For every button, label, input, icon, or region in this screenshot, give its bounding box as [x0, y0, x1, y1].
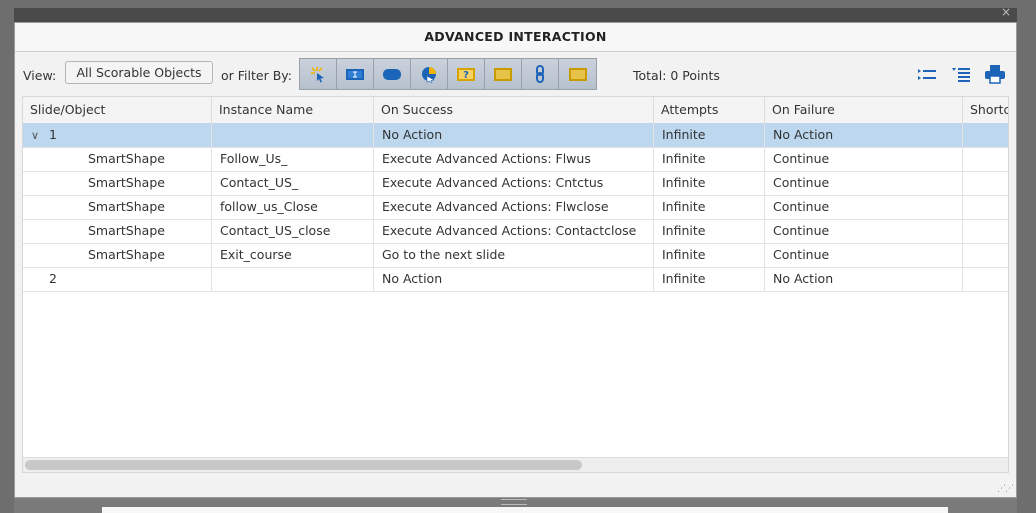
on-success-cell: Execute Advanced Actions: Cntctus: [374, 171, 654, 195]
window-title-bar: ×: [14, 5, 1017, 22]
view-selector-button[interactable]: All Scorable Objects: [65, 61, 213, 84]
slide-cell: ∨ 1: [23, 123, 212, 147]
attempts-cell: Infinite: [654, 171, 765, 195]
table-row[interactable]: 2 No Action Infinite No Action: [23, 267, 1008, 292]
interaction-table: Slide/Object Instance Name On Success At…: [22, 96, 1009, 473]
table-row[interactable]: SmartShape Contact_US_close Execute Adva…: [23, 219, 1008, 244]
toolbar: View: All Scorable Objects or Filter By:…: [15, 58, 1016, 92]
chevron-down-icon[interactable]: ∨: [31, 124, 49, 147]
button-icon[interactable]: [374, 59, 411, 89]
total-points: Total: 0 Points: [633, 68, 720, 83]
instance-cell: follow_us_Close: [212, 195, 374, 219]
instance-cell: Exit_course: [212, 243, 374, 267]
shortcut-cell: [963, 147, 1008, 171]
question-slide-icon[interactable]: ?: [448, 59, 485, 89]
object-cell: SmartShape: [23, 171, 212, 195]
on-success-cell: No Action: [374, 123, 654, 147]
on-success-cell: Execute Advanced Actions: Flwclose: [374, 195, 654, 219]
shortcut-cell: [963, 243, 1008, 267]
slide-number: 1: [49, 127, 57, 142]
instance-cell: Contact_US_close: [212, 219, 374, 243]
shortcut-cell: [963, 267, 1008, 291]
resize-grip-icon[interactable]: ⋰⋰: [997, 484, 1014, 494]
instance-cell: Contact_US_: [212, 171, 374, 195]
attempts-cell: Infinite: [654, 123, 765, 147]
shortcut-cell: [963, 171, 1008, 195]
table-row[interactable]: SmartShape Follow_Us_ Execute Advanced A…: [23, 147, 1008, 172]
on-failure-cell: No Action: [765, 123, 963, 147]
print-icon[interactable]: [984, 64, 1006, 88]
slide-cell: 2: [23, 267, 212, 291]
column-header-slide-object[interactable]: Slide/Object: [23, 97, 212, 123]
shortcut-cell: [963, 123, 1008, 147]
image-icon[interactable]: [559, 59, 596, 89]
on-success-cell: Execute Advanced Actions: Contactclose: [374, 219, 654, 243]
on-failure-cell: Continue: [765, 147, 963, 171]
instance-cell: Follow_Us_: [212, 147, 374, 171]
filter-label: or Filter By:: [221, 68, 292, 83]
shortcut-cell: [963, 195, 1008, 219]
column-header-on-success[interactable]: On Success: [374, 97, 654, 123]
hyperlink-icon[interactable]: [522, 59, 559, 89]
expand-all-icon[interactable]: [950, 64, 972, 88]
close-icon[interactable]: ×: [1001, 5, 1011, 19]
collapse-all-icon[interactable]: [916, 64, 938, 88]
table-header: Slide/Object Instance Name On Success At…: [23, 97, 1008, 124]
on-failure-cell: Continue: [765, 195, 963, 219]
on-success-cell: Execute Advanced Actions: Flwus: [374, 147, 654, 171]
object-cell: SmartShape: [23, 219, 212, 243]
dialog-title: ADVANCED INTERACTION: [15, 23, 1016, 52]
horizontal-scrollbar[interactable]: [23, 457, 1008, 472]
instance-cell: [212, 123, 374, 147]
quiz-chart-icon[interactable]: [411, 59, 448, 89]
filter-button-group: ?: [299, 58, 597, 90]
object-cell: SmartShape: [23, 195, 212, 219]
on-failure-cell: Continue: [765, 171, 963, 195]
column-header-on-failure[interactable]: On Failure: [765, 97, 963, 123]
underlying-panel: [102, 507, 948, 513]
on-success-cell: No Action: [374, 267, 654, 291]
on-failure-cell: No Action: [765, 267, 963, 291]
image-button-icon[interactable]: [485, 59, 522, 89]
object-cell: SmartShape: [23, 147, 212, 171]
table-row[interactable]: SmartShape Exit_course Go to the next sl…: [23, 243, 1008, 268]
object-cell: SmartShape: [23, 243, 212, 267]
svg-text:?: ?: [463, 70, 469, 81]
on-failure-cell: Continue: [765, 243, 963, 267]
on-failure-cell: Continue: [765, 219, 963, 243]
view-actions: [916, 64, 1006, 88]
shortcut-cell: [963, 219, 1008, 243]
table-row[interactable]: SmartShape follow_us_Close Execute Advan…: [23, 195, 1008, 220]
view-label: View:: [23, 68, 57, 83]
table-row[interactable]: SmartShape Contact_US_ Execute Advanced …: [23, 171, 1008, 196]
attempts-cell: Infinite: [654, 219, 765, 243]
column-header-instance-name[interactable]: Instance Name: [212, 97, 374, 123]
column-header-shortcut[interactable]: Shortc: [963, 97, 1008, 123]
advanced-interaction-dialog: ADVANCED INTERACTION View: All Scorable …: [14, 22, 1017, 498]
column-header-attempts[interactable]: Attempts: [654, 97, 765, 123]
attempts-cell: Infinite: [654, 267, 765, 291]
attempts-cell: Infinite: [654, 195, 765, 219]
table-row[interactable]: ∨ 1 No Action Infinite No Action: [23, 123, 1008, 148]
text-entry-box-icon[interactable]: [337, 59, 374, 89]
attempts-cell: Infinite: [654, 147, 765, 171]
instance-cell: [212, 267, 374, 291]
slide-number: 2: [49, 271, 57, 286]
drag-handle-icon[interactable]: [501, 499, 527, 505]
on-success-cell: Go to the next slide: [374, 243, 654, 267]
scrollbar-thumb[interactable]: [25, 460, 582, 470]
click-box-icon[interactable]: [300, 59, 337, 89]
attempts-cell: Infinite: [654, 243, 765, 267]
